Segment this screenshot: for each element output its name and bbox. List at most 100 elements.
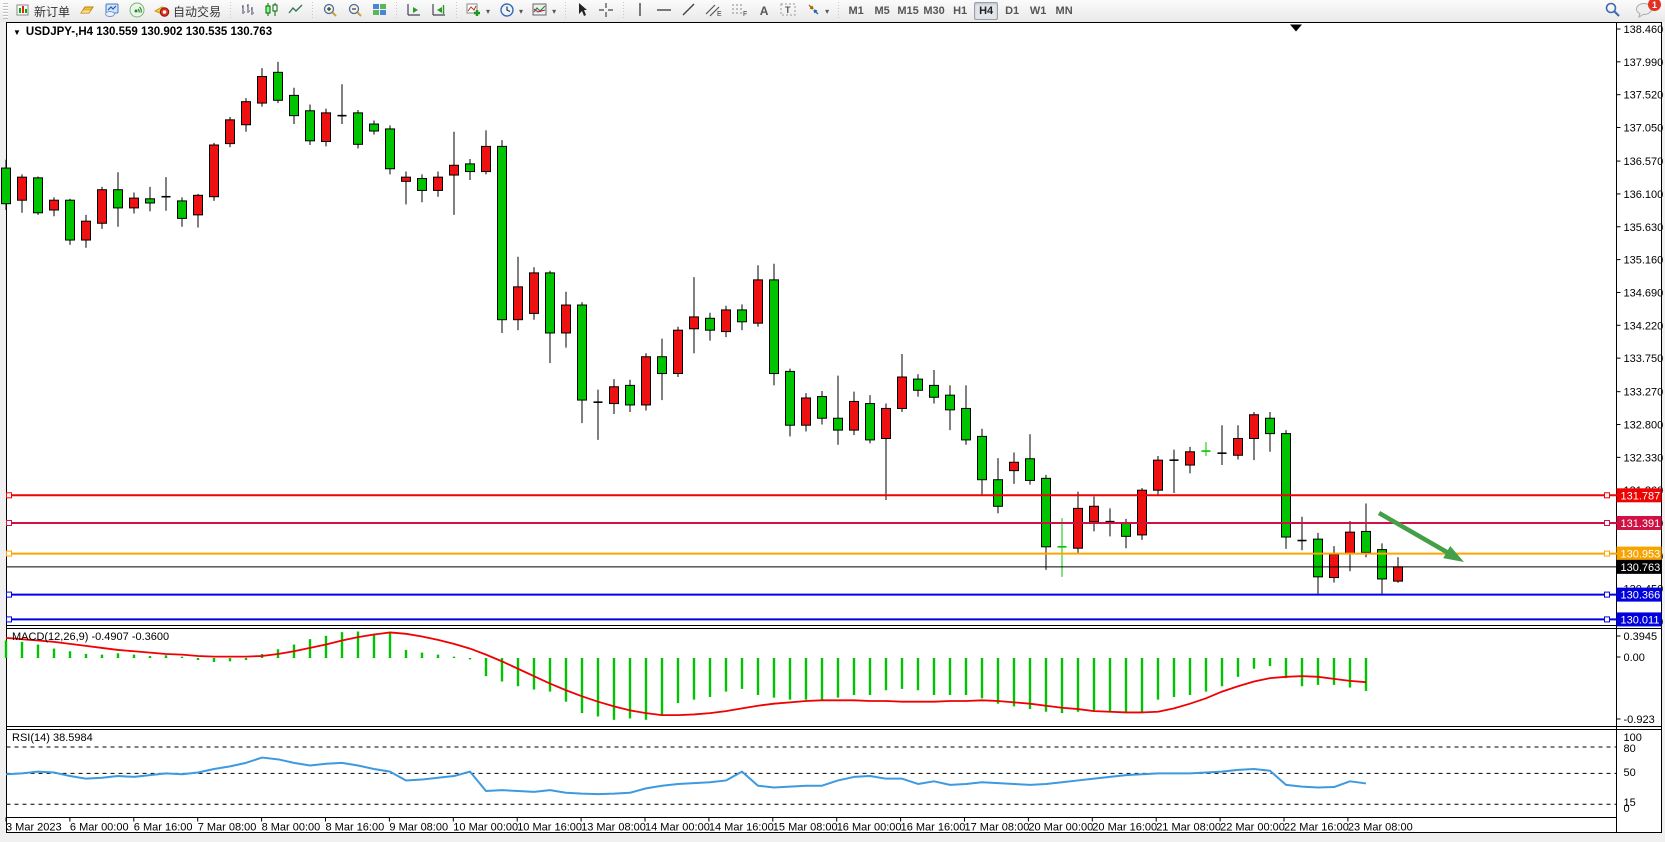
new-order-icon bbox=[16, 2, 31, 20]
svg-text:21 Mar 08:00: 21 Mar 08:00 bbox=[1156, 822, 1221, 834]
svg-text:22 Mar 16:00: 22 Mar 16:00 bbox=[1284, 822, 1349, 834]
svg-text:23 Mar 08:00: 23 Mar 08:00 bbox=[1348, 822, 1413, 834]
signal-waves-icon bbox=[129, 2, 145, 21]
svg-text:22 Mar 00:00: 22 Mar 00:00 bbox=[1220, 822, 1285, 834]
clock-icon bbox=[499, 2, 515, 21]
svg-text:0.3945: 0.3945 bbox=[1624, 631, 1658, 643]
svg-text:16 Mar 16:00: 16 Mar 16:00 bbox=[901, 822, 966, 834]
toolbar-grip[interactable] bbox=[3, 3, 8, 19]
tile-windows-button[interactable] bbox=[368, 1, 391, 21]
charts-button[interactable] bbox=[75, 1, 99, 21]
svg-text:80: 80 bbox=[1624, 743, 1636, 755]
svg-text:13 Mar 08:00: 13 Mar 08:00 bbox=[581, 822, 646, 834]
trendline-button[interactable] bbox=[677, 1, 700, 21]
svg-text:-0.923: -0.923 bbox=[1624, 714, 1655, 726]
svg-text:136.570: 136.570 bbox=[1624, 156, 1664, 168]
search-button[interactable] bbox=[1600, 1, 1625, 21]
trendline-icon bbox=[681, 2, 696, 20]
timeframe-H4[interactable]: H4 bbox=[974, 2, 998, 20]
equidistant-channel-icon: E bbox=[705, 2, 722, 20]
svg-text:T: T bbox=[785, 5, 791, 15]
svg-text:131.391: 131.391 bbox=[1621, 518, 1661, 530]
svg-text:131.787: 131.787 bbox=[1621, 490, 1661, 502]
text-label-button[interactable]: T bbox=[776, 1, 801, 21]
main-toolbar: 新订单 自动交易 bbox=[0, 0, 1665, 23]
one-click-expand-icon[interactable]: ▼ bbox=[13, 28, 21, 37]
candlestick-chart-button[interactable] bbox=[260, 1, 283, 21]
gold-ingot-icon bbox=[79, 2, 95, 21]
templates-button[interactable]: ▾ bbox=[528, 1, 560, 21]
market-watch-button[interactable] bbox=[100, 1, 124, 21]
periods-button[interactable]: ▾ bbox=[495, 1, 527, 21]
svg-text:130.011: 130.011 bbox=[1621, 614, 1660, 626]
chevron-down-icon: ▾ bbox=[552, 7, 556, 16]
new-order-label: 新订单 bbox=[34, 3, 70, 20]
bar-chart-button[interactable] bbox=[236, 1, 259, 21]
svg-text:8 Mar 16:00: 8 Mar 16:00 bbox=[326, 822, 385, 834]
svg-text:130.763: 130.763 bbox=[1621, 562, 1661, 574]
toolbar-separator bbox=[454, 2, 459, 20]
monitor-cloud-icon bbox=[104, 2, 120, 21]
svg-text:E: E bbox=[717, 11, 722, 17]
crosshair-button[interactable] bbox=[594, 1, 618, 21]
svg-text:0: 0 bbox=[1624, 803, 1630, 815]
svg-text:137.520: 137.520 bbox=[1624, 90, 1664, 102]
arrows-button[interactable]: ▾ bbox=[802, 1, 833, 21]
cursor-icon bbox=[575, 2, 589, 20]
toolbar-separator bbox=[836, 2, 841, 20]
svg-text:14 Mar 00:00: 14 Mar 00:00 bbox=[645, 822, 710, 834]
notifications-button[interactable]: 1 bbox=[1631, 1, 1657, 21]
equidistant-channel-button[interactable]: E bbox=[701, 1, 726, 21]
svg-text:130.366: 130.366 bbox=[1621, 590, 1661, 602]
svg-text:14 Mar 16:00: 14 Mar 16:00 bbox=[709, 822, 774, 834]
signals-button[interactable] bbox=[125, 1, 149, 21]
svg-text:16 Mar 00:00: 16 Mar 00:00 bbox=[837, 822, 902, 834]
timeframe-M5[interactable]: M5 bbox=[870, 2, 894, 20]
svg-text:6 Mar 00:00: 6 Mar 00:00 bbox=[70, 822, 129, 834]
auto-trading-button[interactable]: 自动交易 bbox=[150, 1, 225, 21]
zoom-out-button[interactable] bbox=[343, 1, 367, 21]
chart-window: 138.460137.990137.520137.050136.570136.1… bbox=[0, 22, 1665, 842]
toolbar-separator bbox=[228, 2, 233, 20]
svg-text:138.460: 138.460 bbox=[1624, 24, 1664, 36]
timeframe-H1[interactable]: H1 bbox=[948, 2, 972, 20]
svg-text:15 Mar 08:00: 15 Mar 08:00 bbox=[773, 822, 838, 834]
chevron-down-icon: ▾ bbox=[486, 7, 490, 16]
svg-text:F: F bbox=[743, 11, 747, 17]
crosshair-icon bbox=[598, 2, 614, 21]
svg-text:135.630: 135.630 bbox=[1624, 222, 1664, 234]
vertical-line-button[interactable] bbox=[629, 1, 651, 21]
svg-text:130.953: 130.953 bbox=[1621, 549, 1661, 561]
horizontal-line-button[interactable] bbox=[652, 1, 676, 21]
zoom-in-button[interactable] bbox=[318, 1, 342, 21]
text-label-icon: T bbox=[780, 2, 797, 20]
fibonacci-button[interactable]: F bbox=[727, 1, 752, 21]
line-chart-button[interactable] bbox=[284, 1, 307, 21]
timeframe-M30[interactable]: M30 bbox=[922, 2, 946, 20]
timeframe-W1[interactable]: W1 bbox=[1026, 2, 1050, 20]
new-order-button[interactable]: 新订单 bbox=[12, 1, 74, 21]
timeframe-D1[interactable]: D1 bbox=[1000, 2, 1024, 20]
cursor-button[interactable] bbox=[571, 1, 593, 21]
text-button[interactable]: A bbox=[753, 1, 775, 21]
indicators-button[interactable]: ▾ bbox=[462, 1, 494, 21]
text-tool-icon: A bbox=[760, 4, 769, 18]
svg-text:133.750: 133.750 bbox=[1624, 353, 1664, 365]
auto-scroll-button[interactable] bbox=[402, 1, 426, 21]
toolbar-separator bbox=[563, 2, 568, 20]
chart-shift-icon bbox=[431, 2, 447, 21]
svg-text:50: 50 bbox=[1624, 767, 1636, 779]
svg-text:20 Mar 16:00: 20 Mar 16:00 bbox=[1092, 822, 1157, 834]
toolbar-separator bbox=[394, 2, 399, 20]
chart-shift-button[interactable] bbox=[427, 1, 451, 21]
rsi-indicator-label: RSI(14) 38.5984 bbox=[12, 732, 93, 744]
timeframe-M1[interactable]: M1 bbox=[844, 2, 868, 20]
search-icon bbox=[1604, 1, 1621, 21]
notification-badge: 1 bbox=[1648, 0, 1661, 11]
timeframe-MN[interactable]: MN bbox=[1052, 2, 1076, 20]
svg-text:8 Mar 00:00: 8 Mar 00:00 bbox=[262, 822, 321, 834]
candlestick-chart-icon bbox=[264, 2, 279, 20]
price-chart[interactable]: 138.460137.990137.520137.050136.570136.1… bbox=[0, 22, 1665, 842]
svg-text:137.050: 137.050 bbox=[1624, 123, 1664, 135]
timeframe-M15[interactable]: M15 bbox=[896, 2, 920, 20]
